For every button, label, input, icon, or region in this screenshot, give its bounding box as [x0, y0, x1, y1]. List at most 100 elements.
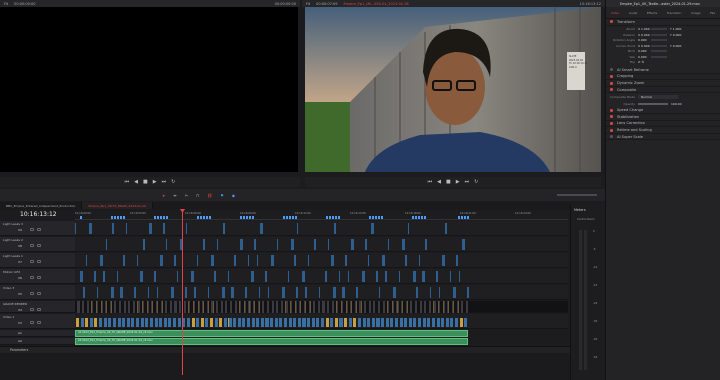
marker-icon[interactable] — [418, 216, 420, 219]
video-clip[interactable] — [325, 271, 327, 282]
video-clip[interactable] — [145, 318, 148, 327]
video-clip[interactable] — [312, 318, 315, 327]
video-clip[interactable] — [143, 239, 145, 250]
video-clip[interactable] — [277, 301, 278, 313]
video-clip[interactable] — [289, 318, 292, 327]
video-clip[interactable] — [89, 223, 92, 234]
video-clip[interactable] — [302, 271, 305, 282]
marker-icon[interactable] — [286, 216, 288, 219]
video-clip[interactable] — [376, 271, 378, 282]
video-clip[interactable] — [314, 301, 315, 313]
video-clip[interactable] — [106, 301, 107, 313]
video-clip[interactable] — [386, 318, 389, 327]
video-clip[interactable] — [173, 318, 176, 327]
video-clip[interactable] — [150, 318, 153, 327]
video-clip[interactable] — [339, 271, 340, 282]
video-clip[interactable] — [240, 239, 243, 250]
video-clip[interactable] — [134, 287, 136, 298]
video-clip[interactable] — [291, 301, 292, 313]
video-clip[interactable] — [381, 318, 384, 327]
video-clip[interactable] — [251, 271, 254, 282]
track-header[interactable]: Light Leaks 2 V8 — [0, 237, 75, 252]
parameters-bar[interactable]: Parameters — [0, 346, 570, 353]
video-clip[interactable] — [439, 301, 440, 313]
video-clip[interactable] — [305, 287, 307, 298]
marker-icon[interactable] — [338, 216, 340, 219]
video-clip[interactable] — [112, 223, 114, 234]
video-clip[interactable] — [134, 301, 135, 313]
video-clip[interactable] — [326, 318, 329, 327]
video-clip[interactable] — [413, 318, 416, 327]
video-clip[interactable] — [400, 318, 403, 327]
track-header[interactable]: Video 1 V3 — [0, 314, 75, 329]
video-clip[interactable] — [399, 271, 400, 282]
video-clip[interactable] — [113, 318, 116, 327]
marker-icon[interactable] — [203, 216, 205, 219]
video-clip[interactable] — [279, 318, 282, 327]
video-clip[interactable] — [88, 301, 89, 313]
video-clip[interactable] — [388, 301, 389, 313]
marker-icon[interactable] — [117, 216, 119, 219]
video-clip[interactable] — [111, 301, 112, 313]
video-clip[interactable] — [444, 301, 445, 313]
marker-icon[interactable] — [378, 216, 380, 219]
video-clip[interactable] — [214, 271, 216, 282]
video-clip[interactable] — [307, 318, 310, 327]
marker-icon[interactable] — [123, 216, 125, 219]
video-clip[interactable] — [242, 318, 245, 327]
marker-icon[interactable] — [252, 216, 254, 219]
section-composite[interactable]: Composite — [606, 87, 720, 94]
video-clip[interactable] — [157, 301, 158, 313]
timeline-tab-active[interactable]: Empire_Ep1_UK-TX_DRAW_2024-01-29 — [82, 202, 153, 209]
marker-icon[interactable] — [375, 216, 377, 219]
video-clip[interactable] — [191, 271, 194, 282]
video-clip[interactable] — [166, 239, 167, 250]
video-clip[interactable] — [127, 318, 130, 327]
marker-icon[interactable] — [467, 216, 469, 219]
video-clip[interactable] — [75, 223, 76, 234]
section-cropping[interactable]: Cropping — [606, 74, 720, 81]
video-clip[interactable] — [148, 301, 149, 313]
video-clip[interactable] — [203, 301, 204, 313]
audio-clip-a1[interactable]: A1 S102_Ep1_Empire_UK_TX_GRADE_2024-01-2… — [75, 330, 468, 337]
video-clip[interactable] — [287, 301, 288, 313]
video-clip[interactable] — [405, 255, 407, 266]
next-icon[interactable]: ⏭ — [162, 179, 167, 185]
video-clip[interactable] — [273, 301, 274, 313]
video-clip[interactable] — [268, 301, 269, 313]
video-clip[interactable] — [223, 223, 225, 234]
video-clip[interactable] — [442, 255, 445, 266]
video-clip[interactable] — [331, 255, 334, 266]
lock-icon[interactable] — [30, 292, 34, 295]
video-clip[interactable] — [224, 318, 227, 327]
marker-icon[interactable] — [464, 216, 466, 219]
video-clip[interactable] — [111, 287, 114, 298]
video-clip[interactable] — [196, 318, 199, 327]
video-clip[interactable] — [254, 239, 256, 250]
video-clip[interactable] — [423, 318, 426, 327]
video-clip[interactable] — [238, 318, 241, 327]
video-clip[interactable] — [176, 301, 177, 313]
video-clip[interactable] — [300, 301, 301, 313]
play-icon[interactable]: ▶ — [153, 179, 157, 185]
marker-icon[interactable] — [295, 216, 297, 219]
visibility-icon[interactable] — [37, 228, 41, 231]
video-clip[interactable] — [407, 301, 408, 313]
video-clip[interactable] — [393, 301, 394, 313]
video-clip[interactable] — [345, 255, 347, 266]
snap-icon[interactable]: ⊓ — [196, 193, 199, 198]
timeline-tab[interactable]: BBC_Empire_Entered_Independent_Productio… — [0, 202, 83, 209]
video-clip[interactable] — [379, 301, 380, 313]
video-clip[interactable] — [270, 318, 273, 327]
timeline-viewer-zoom[interactable]: Fit — [306, 2, 310, 6]
video-clip[interactable] — [79, 301, 80, 313]
marker-icon[interactable] — [412, 216, 414, 219]
video-clip[interactable] — [277, 239, 278, 250]
video-clip[interactable] — [104, 318, 107, 327]
video-clip[interactable] — [149, 223, 152, 234]
video-clip[interactable] — [372, 318, 375, 327]
video-clip[interactable] — [271, 255, 274, 266]
visibility-icon[interactable] — [37, 276, 41, 279]
video-clip[interactable] — [231, 287, 234, 298]
video-clip[interactable] — [460, 318, 463, 327]
